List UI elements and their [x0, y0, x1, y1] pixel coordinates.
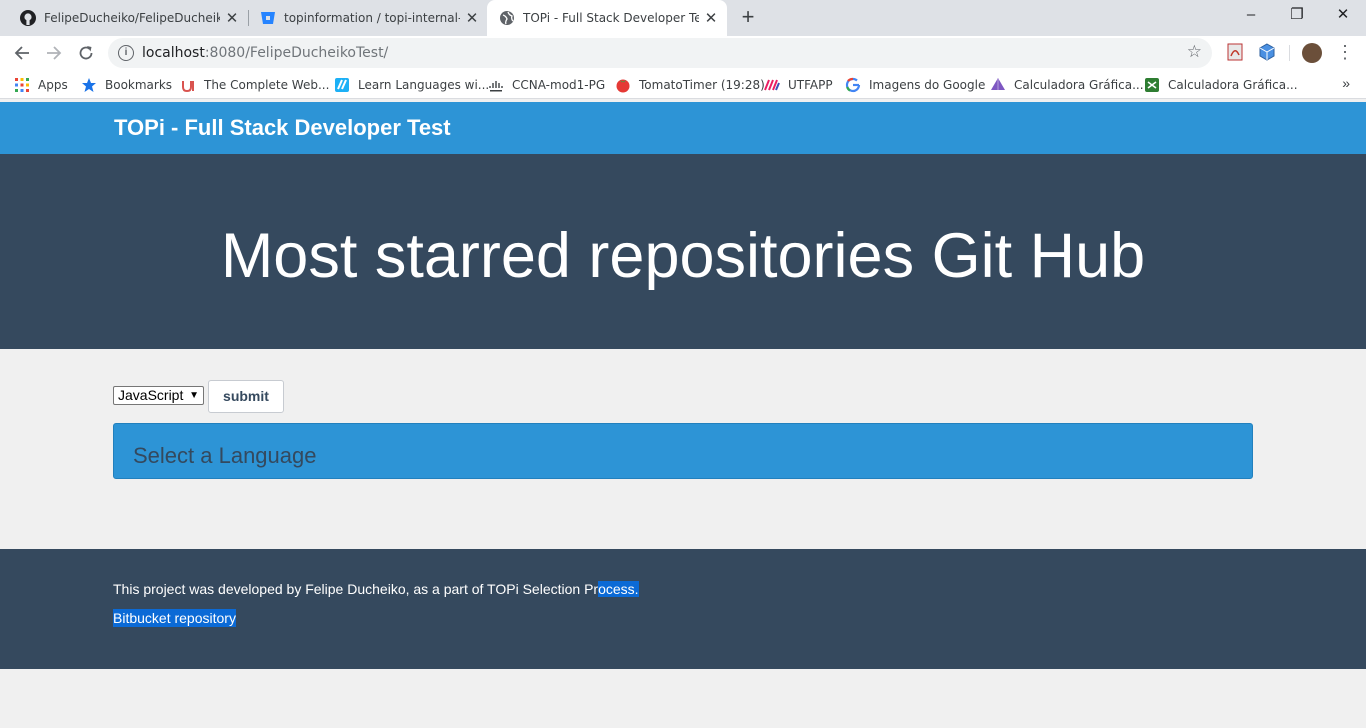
- duolingo-icon: [335, 78, 349, 92]
- bookmark-tomatotimer[interactable]: TomatoTimer (19:28): [615, 76, 765, 94]
- bookmark-label: Learn Languages wi...: [358, 78, 490, 92]
- hero-section: Most starred repositories Git Hub: [0, 154, 1366, 349]
- bookmark-label: UTFAPP: [788, 78, 833, 92]
- star-icon: [82, 78, 96, 92]
- bookmarks-bar: Apps Bookmarks The Complete Web... Learn…: [0, 70, 1366, 99]
- bitbucket-icon: [261, 12, 275, 24]
- bookmarks-overflow-button[interactable]: »: [1342, 75, 1350, 91]
- tab-title: TOPi - Full Stack Developer Test: [523, 11, 699, 25]
- bookmark-star-icon[interactable]: ☆: [1187, 42, 1202, 62]
- udemy-icon: [182, 81, 194, 93]
- pdf-extension-icon[interactable]: [1225, 42, 1245, 62]
- reload-button[interactable]: [72, 39, 100, 67]
- bookmark-udemy[interactable]: The Complete Web...: [180, 76, 329, 94]
- language-select[interactable]: JavaScript ▼: [113, 386, 204, 405]
- cisco-icon: [489, 81, 503, 92]
- tab-github[interactable]: FelipeDucheiko/FelipeDucheikoT ✕: [0, 0, 248, 36]
- tab-topi-active[interactable]: TOPi - Full Stack Developer Test ✕: [487, 0, 727, 36]
- reload-icon: [79, 46, 93, 60]
- geogebra-icon: [991, 78, 1005, 90]
- new-tab-button[interactable]: +: [737, 6, 759, 28]
- url-path: :8080/FelipeDucheikoTest/: [204, 45, 389, 61]
- back-button[interactable]: [8, 39, 36, 67]
- bookmark-ccna[interactable]: CCNA-mod1-PG: [488, 76, 605, 94]
- footer-credit-selected-text: ocess.: [598, 581, 639, 597]
- toolbar-divider: [1289, 45, 1290, 61]
- address-bar[interactable]: i localhost:8080/FelipeDucheikoTest/ ☆: [108, 38, 1212, 68]
- submit-button[interactable]: submit: [208, 380, 284, 413]
- site-footer: This project was developed by Felipe Duc…: [0, 549, 1366, 669]
- tab-title: FelipeDucheiko/FelipeDucheikoT: [44, 11, 220, 25]
- bookmark-apps[interactable]: Apps: [14, 76, 68, 94]
- bookmark-label: Imagens do Google: [869, 78, 986, 92]
- tab-strip: FelipeDucheiko/FelipeDucheikoT ✕ topinfo…: [0, 0, 1366, 36]
- globe-icon: [500, 11, 514, 25]
- site-brand[interactable]: TOPi - Full Stack Developer Test: [114, 115, 451, 141]
- tab-bitbucket[interactable]: topinformation / topi-internal-ful ✕: [240, 0, 488, 36]
- footer-credit-text: This project was developed by Felipe Duc…: [113, 581, 599, 597]
- profile-avatar[interactable]: [1302, 43, 1322, 63]
- bookmark-label: Apps: [38, 78, 68, 92]
- bookmark-label: Calculadora Gráfica...: [1014, 78, 1144, 92]
- bookmark-label: TomatoTimer (19:28): [639, 78, 765, 92]
- bookmark-languages[interactable]: Learn Languages wi...: [334, 76, 489, 94]
- language-select-value: JavaScript: [118, 387, 184, 403]
- browser-toolbar: i localhost:8080/FelipeDucheikoTest/ ☆ ⋮: [0, 36, 1366, 70]
- url-text[interactable]: localhost:8080/FelipeDucheikoTest/: [142, 45, 388, 61]
- bookmark-label: Calculadora Gráfica...: [1168, 78, 1298, 92]
- close-window-button[interactable]: ✕: [1320, 0, 1366, 32]
- bookmark-utfapp[interactable]: UTFAPP: [764, 76, 833, 94]
- result-panel: Select a Language: [113, 423, 1253, 479]
- utfapp-icon: [764, 79, 780, 91]
- bookmark-calculadora-2[interactable]: Calculadora Gráfica...: [1144, 76, 1298, 94]
- chevron-down-icon: ▼: [189, 390, 199, 401]
- forward-button[interactable]: [40, 39, 68, 67]
- arrow-right-icon: [47, 46, 62, 60]
- calculator-icon: [1145, 78, 1159, 92]
- site-navbar: TOPi - Full Stack Developer Test: [0, 102, 1366, 154]
- apps-grid-icon: [15, 78, 29, 92]
- github-icon: [20, 10, 36, 26]
- bookmark-label: Bookmarks: [105, 78, 173, 92]
- google-icon: [845, 77, 861, 93]
- close-tab-icon[interactable]: ✕: [703, 10, 719, 26]
- result-message: Select a Language: [133, 443, 317, 468]
- bookmark-google-images[interactable]: Imagens do Google: [845, 76, 985, 94]
- tab-title: topinformation / topi-internal-ful: [284, 11, 460, 25]
- maximize-button[interactable]: ❐: [1274, 0, 1320, 32]
- tomato-icon: [616, 79, 630, 93]
- footer-credit: This project was developed by Felipe Duc…: [113, 581, 639, 597]
- close-tab-icon[interactable]: ✕: [464, 10, 480, 26]
- bookmark-calculadora-1[interactable]: Calculadora Gráfica...: [990, 76, 1144, 94]
- arrow-left-icon: [14, 46, 29, 60]
- bookmark-label: The Complete Web...: [204, 78, 330, 92]
- close-tab-icon[interactable]: ✕: [224, 10, 240, 26]
- bookmark-label: CCNA-mod1-PG: [512, 78, 606, 92]
- bookmark-bookmarks[interactable]: Bookmarks: [81, 76, 172, 94]
- browser-menu-icon[interactable]: ⋮: [1336, 40, 1354, 64]
- cube-extension-icon[interactable]: [1257, 42, 1277, 62]
- url-host: localhost: [142, 45, 205, 61]
- hero-title: Most starred repositories Git Hub: [220, 221, 1146, 291]
- bitbucket-repository-link[interactable]: Bitbucket repository: [113, 609, 236, 627]
- site-info-icon[interactable]: i: [118, 45, 134, 61]
- minimize-button[interactable]: –: [1228, 0, 1274, 32]
